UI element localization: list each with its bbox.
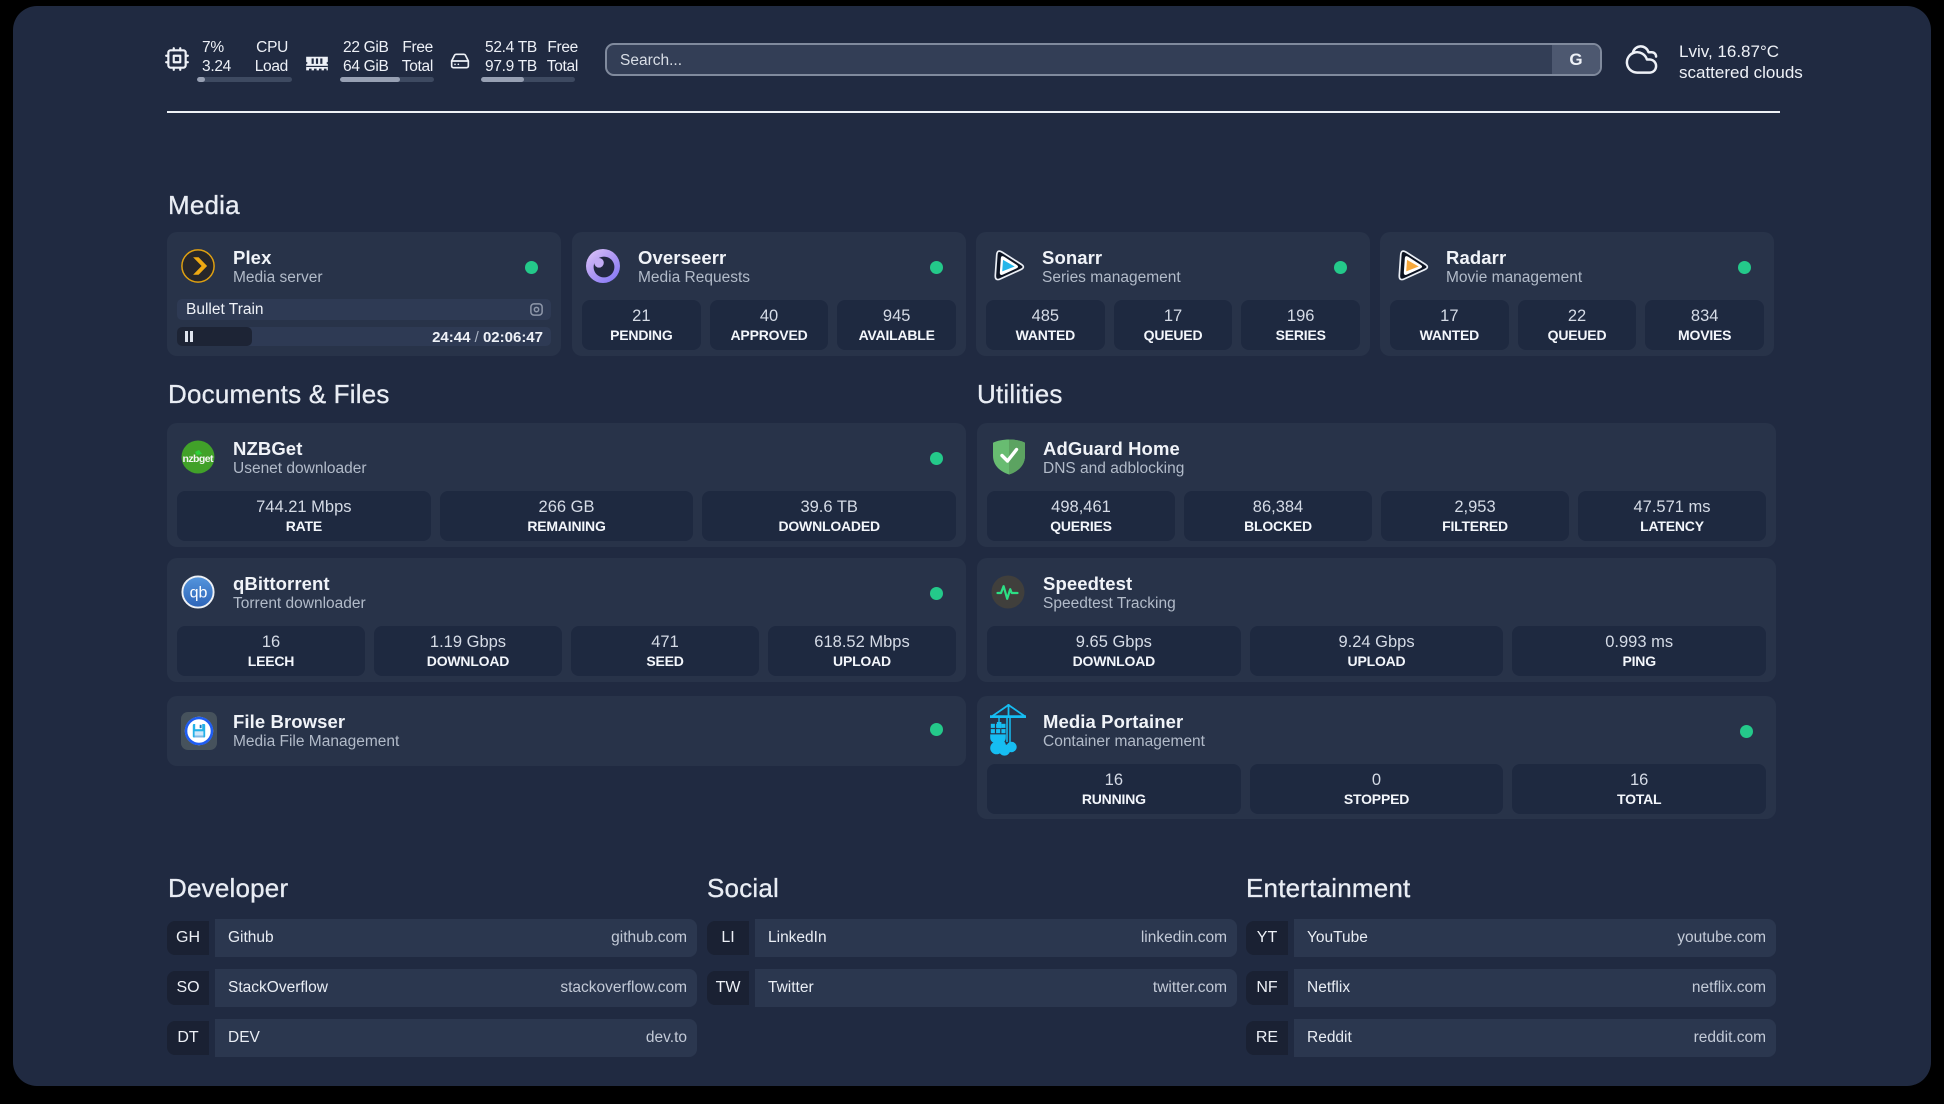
svg-text:nzbget: nzbget [183,453,215,465]
svg-text:qb: qb [190,585,208,602]
